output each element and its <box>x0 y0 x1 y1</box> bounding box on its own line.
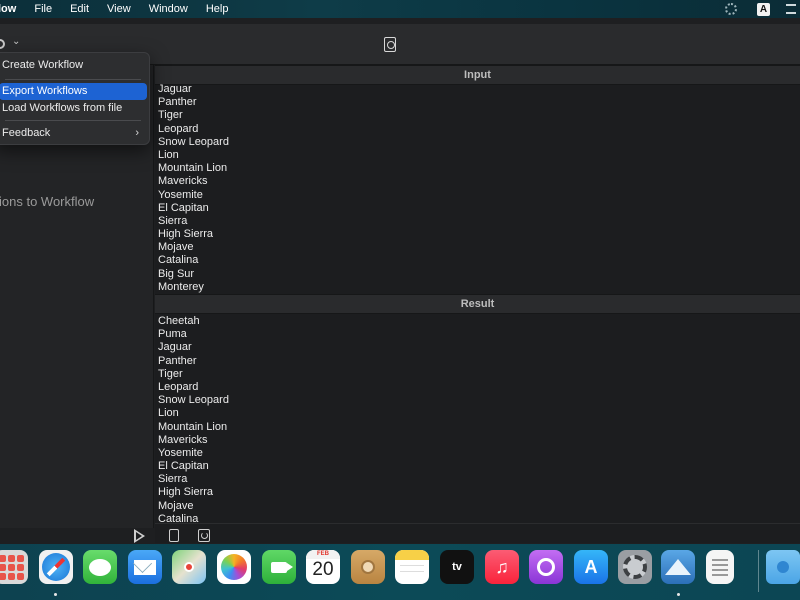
messages-icon[interactable] <box>83 550 117 584</box>
macos-installer-icon[interactable] <box>661 550 695 584</box>
result-header: Result <box>155 294 800 314</box>
notes-icon[interactable] <box>395 550 429 584</box>
refresh-icon[interactable] <box>198 529 210 542</box>
result-list-item: Snow Leopard <box>158 394 229 407</box>
input-list-item: Catalina <box>158 254 199 267</box>
menu-item-feedback-label: Feedback <box>2 127 51 139</box>
input-list-item: Monterey <box>158 280 204 293</box>
result-list-item: Lion <box>158 407 179 420</box>
input-list-item: Panther <box>158 96 197 109</box>
safari-icon[interactable] <box>39 550 73 584</box>
calendar-icon[interactable]: FEB 20 <box>306 550 340 584</box>
menubar-file[interactable]: File <box>34 3 52 15</box>
chevron-right-icon: › <box>135 127 139 139</box>
downloads-folder-icon[interactable] <box>766 550 800 584</box>
system-settings-icon[interactable] <box>618 550 652 584</box>
menu-separator <box>5 79 141 80</box>
menu-item-feedback[interactable]: Feedback › <box>0 125 147 142</box>
result-list-item: Tiger <box>158 367 183 380</box>
menu-item-export-workflows[interactable]: Export Workflows <box>0 83 147 100</box>
result-list-item: Cheetah <box>158 315 200 327</box>
result-list-item: Leopard <box>158 380 199 393</box>
input-list: Jaguar Panther Tiger Leopard Snow Leopar… <box>158 83 229 294</box>
running-indicator <box>54 593 57 596</box>
input-list-item: Sierra <box>158 214 188 227</box>
mail-icon[interactable] <box>128 550 162 584</box>
workflow-menu: Create Workflow Export Workflows Load Wo… <box>0 52 150 145</box>
menu-bar: low File Edit View Window Help A <box>0 0 800 18</box>
result-list-item: High Sierra <box>158 486 214 499</box>
menubar-help[interactable]: Help <box>206 3 229 15</box>
dock-divider <box>758 550 759 592</box>
input-list-item: Mavericks <box>158 175 208 188</box>
status-gear-icon[interactable] <box>725 3 737 15</box>
gear-icon[interactable] <box>0 39 5 49</box>
result-list-item: Sierra <box>158 473 188 486</box>
result-list-item: Jaguar <box>158 341 192 354</box>
input-list-item: Tiger <box>158 109 183 122</box>
result-list-item: Yosemite <box>158 446 203 459</box>
input-list-item: El Capitan <box>158 201 209 214</box>
app-store-icon[interactable]: A <box>574 550 608 584</box>
maps-icon[interactable] <box>172 550 206 584</box>
podcasts-icon[interactable] <box>529 550 563 584</box>
control-center-icon[interactable] <box>786 4 796 14</box>
textedit-icon[interactable] <box>706 550 734 584</box>
menubar-window[interactable]: Window <box>149 3 188 15</box>
result-list-item: Puma <box>158 328 187 341</box>
input-list-item: Jaguar <box>158 83 192 95</box>
input-list-item: Leopard <box>158 122 199 135</box>
input-list-item: High Sierra <box>158 228 214 241</box>
input-list-item: Mojave <box>158 241 194 254</box>
input-list-item: Lion <box>158 148 179 161</box>
input-list-item: Big Sur <box>158 267 195 280</box>
result-list-item: Mountain Lion <box>158 420 228 433</box>
result-list-item: Panther <box>158 354 197 367</box>
result-list-item: Mavericks <box>158 433 208 446</box>
menubar-app-name[interactable]: low <box>0 3 16 15</box>
running-indicator <box>677 593 680 596</box>
sidebar-hint-text: ions to Workflow <box>0 194 95 209</box>
clipboard-icon[interactable] <box>169 529 179 542</box>
calendar-day: 20 <box>312 559 334 580</box>
calendar-month: FEB <box>306 550 340 559</box>
chevron-down-icon[interactable]: ⌄ <box>12 36 20 47</box>
menu-separator <box>5 120 141 121</box>
apple-tv-icon[interactable]: tv <box>440 550 474 584</box>
run-button[interactable] <box>132 528 146 544</box>
music-icon[interactable]: ♫ <box>485 550 519 584</box>
result-list-item: El Capitan <box>158 460 209 473</box>
input-list-item: Yosemite <box>158 188 203 201</box>
menu-item-create-workflow[interactable]: Create Workflow <box>0 57 147 74</box>
menubar-view[interactable]: View <box>107 3 131 15</box>
input-list-item: Snow Leopard <box>158 135 229 148</box>
menu-item-load-workflows[interactable]: Load Workflows from file <box>0 100 147 117</box>
bottom-bar <box>155 523 800 543</box>
input-source-icon[interactable]: A <box>757 2 770 16</box>
menubar-status-area: A <box>725 0 800 18</box>
facetime-icon[interactable] <box>262 550 296 584</box>
document-icon[interactable] <box>384 37 396 52</box>
launchpad-icon[interactable] <box>0 550 28 584</box>
photos-icon[interactable] <box>217 550 251 584</box>
result-list-item: Mojave <box>158 499 194 512</box>
result-list: Cheetah Puma Jaguar Panther Tiger Leopar… <box>158 315 229 526</box>
menubar-edit[interactable]: Edit <box>70 3 89 15</box>
contacts-icon[interactable] <box>351 550 385 584</box>
main-pane: Input Jaguar Panther Tiger Leopard Snow … <box>155 65 800 528</box>
input-header: Input <box>155 65 800 85</box>
input-list-item: Mountain Lion <box>158 162 228 175</box>
